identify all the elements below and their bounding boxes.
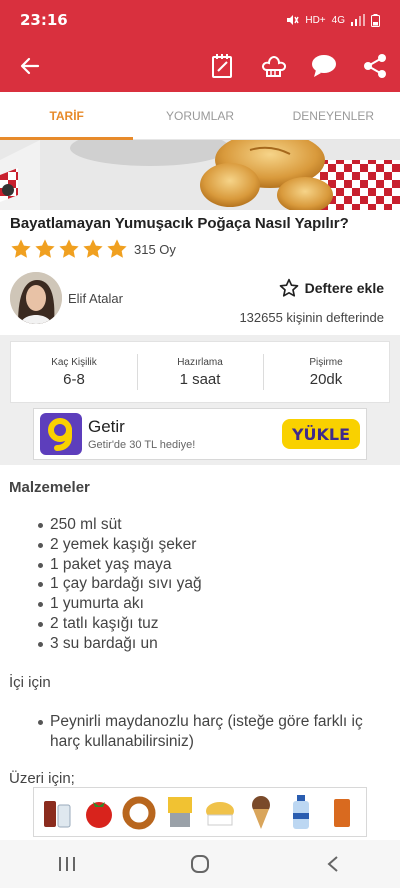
star-icon [11, 239, 31, 258]
bookmark-count: 132655 kişinin defterinde [239, 310, 384, 325]
list-item: 250 ml süt [38, 515, 202, 535]
tab-recipe[interactable]: TARİF [0, 92, 134, 140]
tab-comments[interactable]: YORUMLAR [133, 92, 266, 139]
servings: Kaç Kişilik 6-8 [11, 342, 137, 402]
cook-time-label: Pişirme [309, 356, 343, 368]
recipe-content: Malzemeler 250 ml süt 2 yemek kaşığı şek… [0, 465, 400, 885]
list-item: 1 yumurta akı [38, 594, 202, 614]
water-bottle-icon [293, 795, 310, 829]
status-time: 23:16 [20, 11, 68, 29]
prep-time-value: 1 saat [179, 370, 221, 388]
recent-apps-button[interactable] [37, 840, 97, 888]
chef-button[interactable] [247, 40, 298, 92]
star-icon [59, 239, 79, 258]
list-item: 2 tatlı kaşığı tuz [38, 614, 202, 634]
recipe-hero-image[interactable] [0, 140, 400, 210]
chat-bubble-icon [311, 55, 336, 77]
servings-value: 6-8 [63, 370, 85, 388]
tomato-icon [85, 802, 112, 828]
hd-indicator: HD+ [305, 14, 326, 26]
prep-time: Hazırlama 1 saat [137, 342, 263, 402]
list-item: 1 paket yaş maya [38, 555, 202, 575]
getir-logo [40, 413, 82, 455]
list-item: 3 su bardağı un [38, 634, 202, 654]
snack-icon [333, 799, 350, 827]
ingredients-list: 250 ml süt 2 yemek kaşığı şeker 1 paket … [38, 515, 202, 654]
cook-time: Pişirme 20dk [263, 342, 389, 402]
product-ad-banner[interactable] [33, 787, 367, 837]
author-info[interactable]: Elif Atalar [10, 272, 123, 324]
arrow-left-icon [20, 57, 40, 75]
chevron-left-icon [327, 856, 338, 872]
getir-ad-banner[interactable]: Getir Getir'de 30 TL hediye! YÜKLE [33, 408, 367, 460]
recipe-title: Bayatlamayan Yumuşacık Poğaça Nasıl Yapı… [10, 215, 349, 232]
avatar[interactable] [10, 272, 62, 324]
recent-apps-icon [58, 857, 75, 871]
notepad-icon [211, 54, 232, 78]
ad-install-button[interactable]: YÜKLE [282, 419, 360, 449]
list-item: Peynirli maydanozlu harç (isteğe göre fa… [38, 712, 395, 752]
recipe-rating[interactable]: 315 Oy [10, 238, 176, 260]
chef-hat-icon [261, 55, 286, 77]
author-name[interactable]: Elif Atalar [68, 291, 123, 306]
prep-time-label: Hazırlama [177, 356, 223, 368]
battery-icon [371, 13, 380, 27]
app-bar [0, 40, 400, 92]
mute-icon [287, 15, 299, 25]
simit-icon [122, 796, 156, 830]
ingredients-heading: Malzemeler [9, 479, 90, 496]
bookmark-label: Deftere ekle [304, 280, 384, 296]
info-section: Kaç Kişilik 6-8 Hazırlama 1 saat Pişirme… [0, 335, 400, 465]
share-icon [363, 54, 386, 78]
chips-icon [206, 802, 235, 826]
signal-icon [351, 14, 365, 26]
ad-subtitle: Getir'de 30 TL hediye! [88, 439, 196, 451]
topping-heading: Üzeri için; [9, 770, 75, 787]
cook-time-value: 20dk [309, 370, 343, 388]
add-to-notebook-button[interactable]: Deftere ekle [279, 278, 384, 298]
pasta-icon [167, 797, 192, 827]
filling-list: Peynirli maydanozlu harç (isteğe göre fa… [38, 712, 395, 752]
list-item: 2 yemek kaşığı şeker [38, 535, 202, 555]
star-icon [83, 239, 103, 258]
home-icon [190, 855, 209, 873]
filling-heading: İçi için [9, 674, 51, 691]
system-back-button[interactable] [303, 840, 363, 888]
star-icon [35, 239, 55, 258]
notes-button[interactable] [196, 40, 247, 92]
share-button[interactable] [349, 40, 400, 92]
drinks-icon [44, 801, 71, 828]
status-bar: 23:16 HD+ 4G [0, 0, 400, 40]
servings-label: Kaç Kişilik [51, 356, 97, 368]
star-icon [107, 239, 127, 258]
tab-tried[interactable]: DENEYENLER [267, 92, 400, 139]
back-button[interactable] [0, 40, 60, 92]
recipe-info-box: Kaç Kişilik 6-8 Hazırlama 1 saat Pişirme… [10, 341, 390, 403]
star-outline-icon [279, 278, 298, 297]
comment-button[interactable] [298, 40, 349, 92]
ice-cream-icon [251, 796, 270, 829]
ad-title: Getir [88, 417, 125, 436]
network-indicator: 4G [331, 14, 345, 26]
system-nav-bar [0, 840, 400, 888]
list-item: 1 çay bardağı sıvı yağ [38, 575, 202, 593]
status-icons: HD+ 4G [285, 13, 380, 27]
tab-bar: TARİF YORUMLAR DENEYENLER [0, 92, 400, 140]
home-button[interactable] [170, 840, 230, 888]
rating-count: 315 Oy [134, 241, 176, 257]
rating-stars [10, 238, 128, 260]
